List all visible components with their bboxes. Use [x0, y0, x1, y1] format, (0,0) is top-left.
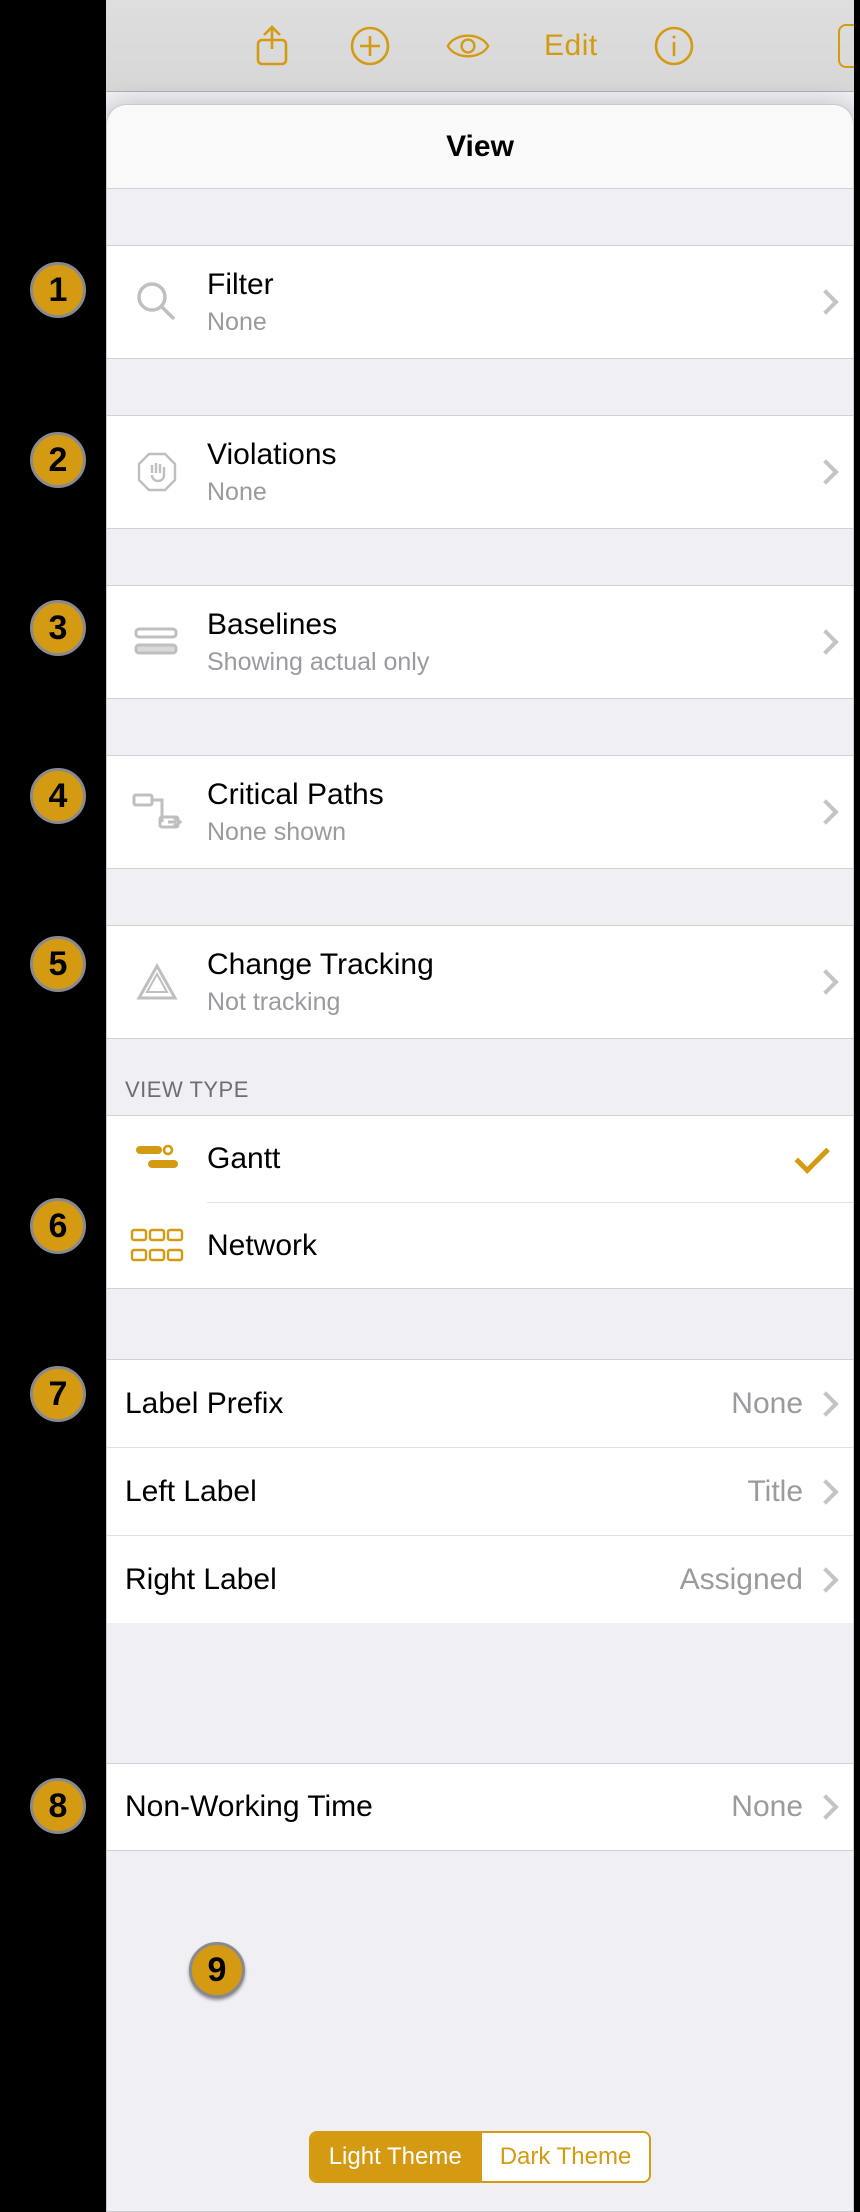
non-working-value: None	[731, 1790, 803, 1824]
row-change-tracking-label: Change Tracking	[207, 948, 817, 982]
checkmark-icon	[794, 1138, 829, 1173]
critical-path-icon	[107, 791, 207, 833]
row-baselines-sub: Showing actual only	[207, 648, 817, 677]
network-icon	[107, 1228, 207, 1264]
stop-hand-icon	[107, 451, 207, 493]
row-gantt-label: Gantt	[207, 1142, 799, 1176]
row-critical-paths-label: Critical Paths	[207, 778, 817, 812]
row-network[interactable]: Network	[207, 1202, 853, 1288]
row-filter-label: Filter	[207, 268, 817, 302]
row-baselines-label: Baselines	[207, 608, 817, 642]
row-network-label: Network	[207, 1229, 835, 1263]
left-label-label: Left Label	[125, 1475, 747, 1509]
row-left-label[interactable]: Left Label Title	[107, 1447, 853, 1535]
chevron-right-icon	[813, 289, 838, 314]
chevron-right-icon	[813, 1794, 838, 1819]
badge-1: 1	[30, 262, 86, 318]
chevron-right-icon	[813, 459, 838, 484]
row-gantt[interactable]: Gantt	[107, 1116, 853, 1202]
row-non-working-time[interactable]: Non-Working Time None	[107, 1763, 853, 1851]
row-violations-label: Violations	[207, 438, 817, 472]
chevron-right-icon	[813, 629, 838, 654]
badge-7: 7	[30, 1366, 86, 1422]
chevron-right-icon	[813, 969, 838, 994]
row-baselines[interactable]: Baselines Showing actual only	[107, 586, 853, 698]
row-violations-sub: None	[207, 478, 817, 507]
badge-3: 3	[30, 600, 86, 656]
baselines-icon	[107, 625, 207, 659]
edit-button[interactable]: Edit	[544, 29, 598, 63]
chevron-right-icon	[813, 1479, 838, 1504]
eye-icon[interactable]	[446, 24, 490, 68]
label-prefix-label: Label Prefix	[125, 1387, 731, 1421]
chevron-right-icon	[813, 1391, 838, 1416]
row-change-tracking[interactable]: Change Tracking Not tracking	[107, 926, 853, 1038]
badge-5: 5	[30, 936, 86, 992]
label-prefix-value: None	[731, 1387, 803, 1421]
chevron-right-icon	[813, 1567, 838, 1592]
badge-2: 2	[30, 432, 86, 488]
section-view-type: VIEW TYPE	[107, 1039, 853, 1115]
popover-title: View	[107, 105, 853, 189]
share-icon[interactable]	[250, 24, 294, 68]
right-label-label: Right Label	[125, 1563, 680, 1597]
row-critical-paths[interactable]: Critical Paths None shown	[107, 756, 853, 868]
chevron-right-icon	[813, 799, 838, 824]
badge-8: 8	[30, 1778, 86, 1834]
badge-6: 6	[30, 1198, 86, 1254]
view-popover: View Filter None	[106, 104, 854, 2212]
row-label-prefix[interactable]: Label Prefix None	[107, 1359, 853, 1447]
row-change-tracking-sub: Not tracking	[207, 988, 817, 1017]
search-icon	[107, 279, 207, 325]
toolbar-right-edge	[838, 24, 854, 68]
row-critical-paths-sub: None shown	[207, 818, 817, 847]
left-label-value: Title	[747, 1475, 803, 1509]
row-right-label[interactable]: Right Label Assigned	[107, 1535, 853, 1623]
row-violations[interactable]: Violations None	[107, 416, 853, 528]
change-tracking-icon	[107, 962, 207, 1002]
row-filter-sub: None	[207, 308, 817, 337]
non-working-label: Non-Working Time	[125, 1790, 731, 1824]
info-icon[interactable]	[652, 24, 696, 68]
gantt-icon	[107, 1142, 207, 1176]
row-filter[interactable]: Filter None	[107, 246, 853, 358]
badge-9: 9	[189, 1942, 245, 1998]
badge-4: 4	[30, 768, 86, 824]
add-icon[interactable]	[348, 24, 392, 68]
right-label-value: Assigned	[680, 1563, 803, 1597]
theme-light[interactable]: Light Theme	[311, 2133, 480, 2181]
top-toolbar: Edit	[106, 0, 854, 92]
theme-dark[interactable]: Dark Theme	[480, 2133, 650, 2181]
theme-segmented-control[interactable]: Light Theme Dark Theme	[309, 2131, 652, 2183]
